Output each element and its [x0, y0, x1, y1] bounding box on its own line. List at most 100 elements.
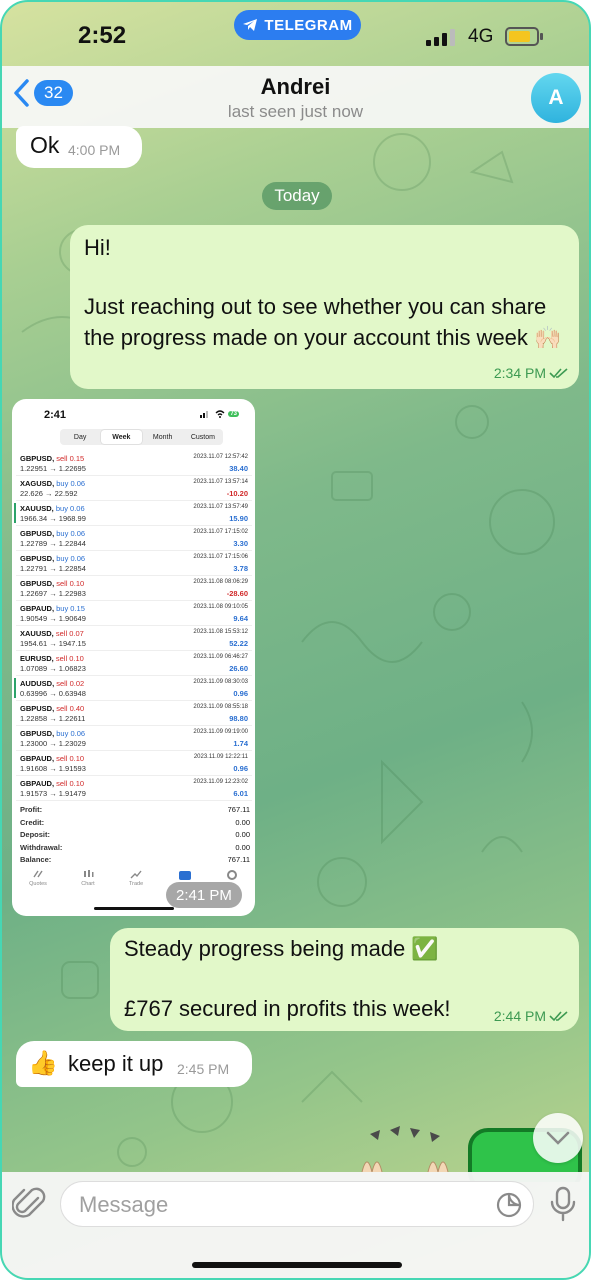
- message-outgoing[interactable]: Steady progress being made ✅ £767 secure…: [110, 928, 579, 1031]
- trade-symbol: GBPUSD, buy 0.06: [20, 554, 85, 563]
- trade-row[interactable]: GBPUSD, buy 0.06 1.22791 → 1.22854 2023.11…: [16, 551, 252, 576]
- trade-row[interactable]: EURUSD, sell 0.10 1.07089 → 1.06823 2023.1…: [16, 651, 252, 676]
- summary-row: Profit: 767.11: [20, 805, 250, 818]
- trade-prices: 1966.34 → 1968.99: [20, 514, 86, 523]
- trade-date: 2023.11.07 17:15:06: [193, 554, 248, 560]
- trade-icon: [130, 870, 142, 879]
- status-bar: 2:52 TELEGRAM 4G: [2, 2, 589, 66]
- trade-row[interactable]: GBPAUD, sell 0.10 1.91573 → 1.91479 2023.1…: [16, 776, 252, 801]
- message-text: Just reaching out to see whether you can…: [84, 294, 562, 350]
- signal-icon: [426, 28, 455, 46]
- shot-tab-label: Chart: [81, 881, 95, 887]
- message-field[interactable]: [60, 1181, 534, 1227]
- trade-symbol: EURUSD, sell 0.10: [20, 654, 84, 663]
- trade-side: buy 0.06: [56, 479, 86, 488]
- trade-row[interactable]: XAUUSD, buy 0.06 1966.34 → 1968.99 2023.11…: [14, 501, 252, 526]
- message-text: keep it up: [68, 1051, 164, 1076]
- account-summary: Profit: 767.11 Credit: 0.00 Deposit: 0.00 With…: [20, 805, 250, 868]
- trade-symbol-text: XAUUSD,: [20, 504, 54, 513]
- trade-prices: 1.22697 → 1.22983: [20, 589, 86, 598]
- contact-status: last seen just now: [227, 102, 364, 121]
- voice-record-button[interactable]: [548, 1186, 578, 1227]
- summary-value: 0.00: [235, 817, 250, 827]
- trade-side: sell 0.10: [56, 579, 85, 588]
- telegram-pill-label: TELEGRAM: [264, 16, 353, 34]
- shot-status-icons: 73: [200, 410, 239, 418]
- trade-symbol: AUDUSD, sell 0.02: [20, 679, 84, 688]
- trade-symbol-text: GBPUSD,: [20, 579, 55, 588]
- trade-symbol-text: GBPUSD,: [20, 704, 55, 713]
- screenshot-image-message[interactable]: 2:41 73 Day Week Month Custom GBPUSD, se…: [12, 399, 255, 916]
- message-text: £767 secured in profits this week!: [124, 996, 451, 1021]
- trade-symbol: GBPAUD, sell 0.10: [20, 754, 84, 763]
- status-time: 2:52: [78, 22, 127, 49]
- summary-value: 0.00: [235, 842, 250, 852]
- trade-side: sell 0.10: [55, 654, 84, 663]
- trade-prices: 1954.61 → 1947.15: [20, 639, 86, 648]
- trade-side: sell 0.40: [56, 704, 85, 713]
- sticker-button[interactable]: [495, 1191, 523, 1224]
- trade-profit: 9.64: [233, 614, 248, 623]
- trade-row[interactable]: XAUUSD, sell 0.07 1954.61 → 1947.15 2023.1…: [16, 626, 252, 651]
- trade-row[interactable]: GBPAUD, sell 0.10 1.91608 → 1.91593 2023.1…: [16, 751, 252, 776]
- trade-row[interactable]: GBPUSD, sell 0.15 1.22951 → 1.22695 2023.1…: [16, 451, 252, 476]
- shot-tab-trade: Trade: [129, 869, 143, 899]
- trade-prices: 1.07089 → 1.06823: [20, 664, 86, 673]
- trade-symbol: GBPUSD, sell 0.40: [20, 704, 84, 713]
- tab-day[interactable]: Day: [60, 429, 100, 445]
- shot-wifi-icon: [215, 410, 225, 418]
- trade-symbol: XAUUSD, buy 0.06: [20, 504, 85, 513]
- trade-side: buy 0.06: [55, 504, 85, 513]
- trade-side: sell 0.07: [55, 629, 84, 638]
- tab-custom[interactable]: Custom: [183, 429, 223, 445]
- message-time: 2:45 PM: [177, 1061, 230, 1077]
- message-text: Steady progress being made ✅: [124, 936, 439, 961]
- trade-row[interactable]: GBPUSD, sell 0.40 1.22858 → 1.22611 2023.1…: [16, 701, 252, 726]
- trade-row[interactable]: GBPUSD, buy 0.06 1.22789 → 1.22844 2023.11…: [16, 526, 252, 551]
- trade-profit: 0.96: [233, 764, 248, 773]
- trade-prices: 0.63996 → 0.63948: [20, 689, 86, 698]
- double-check-icon: [549, 368, 568, 379]
- summary-row: Deposit: 0.00: [20, 830, 250, 843]
- tab-month[interactable]: Month: [143, 429, 183, 445]
- telegram-pill[interactable]: TELEGRAM: [234, 10, 361, 40]
- trade-date: 2023.11.07 13:57:14: [193, 479, 248, 485]
- attach-button[interactable]: [11, 1184, 48, 1229]
- avatar[interactable]: A: [531, 73, 581, 123]
- trade-symbol: GBPAUD, sell 0.10: [20, 779, 84, 788]
- trade-row[interactable]: GBPUSD, sell 0.10 1.22697 → 1.22983 2023.1…: [16, 576, 252, 601]
- trade-symbol: GBPUSD, buy 0.06: [20, 529, 85, 538]
- trade-symbol-text: EURUSD,: [20, 654, 54, 663]
- trade-symbol-text: GBPAUD,: [20, 779, 55, 788]
- trade-date: 2023.11.09 08:30:03: [193, 679, 248, 685]
- message-input[interactable]: [79, 1190, 479, 1220]
- trade-row[interactable]: XAGUSD, buy 0.06 22.626 → 22.592 2023.11.0…: [16, 476, 252, 501]
- date-divider: Today: [262, 182, 332, 210]
- shot-tab-quotes: Quotes: [29, 869, 47, 899]
- trade-prices: 1.22789 → 1.22844: [20, 539, 86, 548]
- trade-prices: 1.22791 → 1.22854: [20, 564, 86, 573]
- trade-date: 2023.11.09 09:19:00: [193, 729, 248, 735]
- summary-label: Credit:: [20, 817, 45, 827]
- trade-symbol: XAUUSD, sell 0.07: [20, 629, 84, 638]
- trade-row[interactable]: GBPAUD, buy 0.15 1.90549 → 1.90649 2023.11…: [16, 601, 252, 626]
- shot-tab-label: Quotes: [29, 881, 47, 887]
- trade-symbol: GBPUSD, sell 0.10: [20, 579, 84, 588]
- trade-row[interactable]: AUDUSD, sell 0.02 0.63996 → 0.63948 2023.1…: [14, 676, 252, 701]
- scroll-to-bottom-button[interactable]: [533, 1113, 583, 1163]
- message-time: 2:34 PM: [494, 365, 569, 381]
- contact-name[interactable]: Andrei: [2, 74, 589, 100]
- message-text: Hi!: [84, 235, 111, 260]
- message-time: 4:00 PM: [68, 142, 121, 158]
- trade-prices: 1.23000 → 1.23029: [20, 739, 86, 748]
- trade-row[interactable]: GBPUSD, buy 0.06 1.23000 → 1.23029 2023.11…: [16, 726, 252, 751]
- tab-week[interactable]: Week: [101, 430, 142, 444]
- trade-symbol-text: GBPUSD,: [20, 729, 55, 738]
- trade-date: 2023.11.08 09:10:05: [193, 604, 248, 610]
- message-incoming[interactable]: Ok 4:00 PM: [16, 126, 142, 168]
- chart-icon: [83, 870, 94, 877]
- message-outgoing[interactable]: Hi! Just reaching out to see whether you…: [70, 225, 579, 389]
- message-incoming[interactable]: 👍 keep it up 2:45 PM: [16, 1041, 252, 1087]
- trade-profit: 1.74: [233, 739, 248, 748]
- period-tabs: Day Week Month Custom: [60, 429, 223, 445]
